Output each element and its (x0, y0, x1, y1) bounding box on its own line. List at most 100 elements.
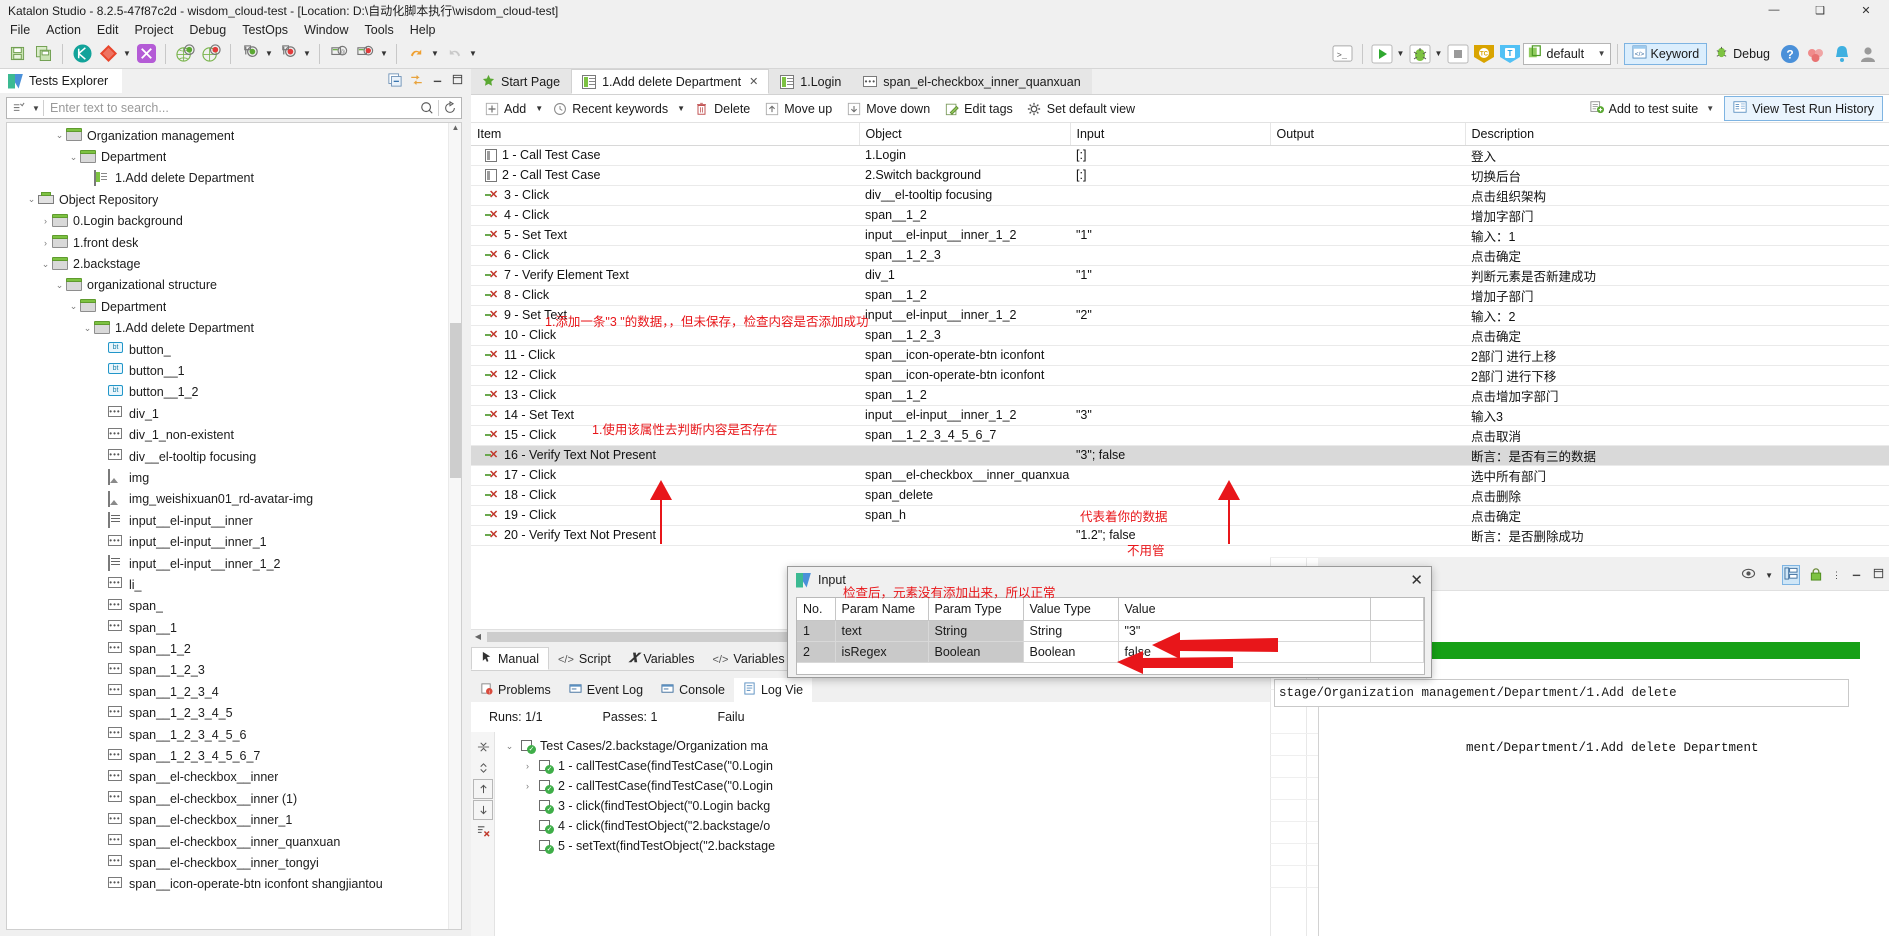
set-default-view-button[interactable]: Set default view (1020, 99, 1142, 118)
git-caret-icon[interactable]: ▼ (121, 42, 133, 66)
cell-description[interactable]: 2部门 进行上移 (1465, 345, 1889, 366)
table-row[interactable]: ✕ 5 - Set Text input__el-input__inner_1_2 "… (471, 225, 1889, 246)
tree-item[interactable]: ••• span__1_2_3_4_5_6 (7, 724, 461, 745)
cell-object[interactable]: span__1_2 (859, 285, 1070, 306)
katalon-recorder-icon[interactable] (133, 42, 159, 66)
cell-input[interactable]: "1" (1070, 225, 1270, 246)
cell-object[interactable]: span__1_2_3_4_5_6_7 (859, 425, 1070, 446)
cell-description[interactable]: 点击确定 (1465, 325, 1889, 346)
cell-output[interactable] (1270, 325, 1465, 346)
cell-object[interactable]: span__1_2_3 (859, 245, 1070, 266)
tree-item[interactable]: › 1.front desk (7, 232, 461, 253)
cell-input[interactable]: "3" (1070, 405, 1270, 426)
cell-output[interactable] (1270, 505, 1465, 526)
tree-item[interactable]: ••• span__1_2 (7, 638, 461, 659)
recent-keywords-button[interactable]: Recent keywords (545, 99, 675, 118)
cell-description[interactable]: 切换后台 (1465, 165, 1889, 186)
cell-input[interactable] (1070, 285, 1270, 306)
debug-icon[interactable] (1407, 42, 1433, 66)
collapse-all-icon[interactable] (388, 72, 402, 90)
minimize-button[interactable]: — (1751, 0, 1797, 20)
log-twisty[interactable]: ⌄ (503, 741, 516, 752)
cell-item[interactable]: ✕ 8 - Click (471, 285, 859, 306)
refresh-search-icon[interactable] (439, 101, 461, 115)
cell-item[interactable]: ✕ 12 - Click (471, 365, 859, 386)
cell-input[interactable] (1070, 365, 1270, 386)
terminal-icon[interactable]: >_ (1330, 42, 1356, 66)
column-header-description[interactable]: Description (1465, 123, 1889, 146)
cell-output[interactable] (1270, 485, 1465, 506)
dialog-close-icon[interactable]: ✕ (1410, 573, 1423, 588)
cell-object[interactable]: span__icon-operate-btn iconfont (859, 365, 1070, 386)
cell-item[interactable]: ✕ 13 - Click (471, 385, 859, 406)
table-row[interactable]: ✕ 18 - Click span_delete 点击删除 (471, 485, 1889, 506)
cell-description[interactable]: 判断元素是否新建成功 (1465, 265, 1889, 286)
table-row[interactable]: ✕ 16 - Verify Text Not Present "3"; false 断… (471, 445, 1889, 466)
move-up-button[interactable]: Move up (757, 99, 839, 118)
undo-caret-icon[interactable]: ▼ (429, 42, 441, 66)
cell-output[interactable] (1270, 345, 1465, 366)
add-caret-icon[interactable]: ▼ (533, 97, 545, 121)
cell-description[interactable]: 输入3 (1465, 405, 1889, 426)
cell-item[interactable]: ✕ 5 - Set Text (471, 225, 859, 246)
cell-object[interactable]: span__el-checkbox__inner_quanxuan (859, 465, 1070, 486)
cell-input[interactable]: [:] (1070, 145, 1270, 166)
close-button[interactable]: ✕ (1843, 0, 1889, 20)
cell-object[interactable]: 2.Switch background (859, 165, 1070, 186)
bottom-tab-problems[interactable]: ! Problems (471, 678, 560, 702)
profile-caret-icon[interactable]: ▼ (1598, 49, 1606, 58)
tree-item[interactable]: ⌄ 1.Add delete Department (7, 318, 461, 339)
table-row[interactable]: ✕ 4 - Click span__1_2 增加字部门 (471, 205, 1889, 226)
cell-output[interactable] (1270, 265, 1465, 286)
stop-icon[interactable] (1445, 42, 1471, 66)
tree-item[interactable]: 1.Add delete Department (7, 168, 461, 189)
cell-output[interactable] (1270, 145, 1465, 166)
param-name[interactable]: text (835, 620, 929, 642)
cell-output[interactable] (1270, 305, 1465, 326)
column-header-input[interactable]: Input (1070, 123, 1271, 146)
tree-item[interactable]: ••• span__el-checkbox__inner_1 (7, 810, 461, 831)
table-row[interactable]: ✕ 13 - Click span__1_2 点击增加字部门 (471, 385, 1889, 406)
close-icon[interactable]: ✕ (749, 75, 758, 88)
cell-object[interactable]: span__1_2 (859, 385, 1070, 406)
cell-output[interactable] (1270, 465, 1465, 486)
add-step-button[interactable]: Add (477, 99, 533, 118)
cell-input[interactable] (1070, 245, 1270, 266)
tree-item[interactable]: ••• li_ (7, 574, 461, 595)
cell-object[interactable] (859, 525, 1070, 546)
cell-output[interactable] (1270, 165, 1465, 186)
tree-item[interactable]: input__el-input__inner_1_2 (7, 553, 461, 574)
add-to-test-suite-button[interactable]: Add to test suite ▼ (1582, 97, 1723, 120)
cell-description[interactable]: 点击组织架构 (1465, 185, 1889, 206)
eye-icon[interactable] (1741, 567, 1756, 583)
cell-object[interactable]: input__el-input__inner_1_2 (859, 305, 1070, 326)
debug-caret-icon[interactable]: ▼ (1433, 42, 1445, 66)
clear-log-icon[interactable] (473, 821, 493, 841)
cell-object[interactable]: div_1 (859, 265, 1070, 286)
table-row[interactable]: 2 - Call Test Case 2.Switch background [:]… (471, 165, 1889, 186)
table-row[interactable]: 1 - Call Test Case 1.Login [:] 登入 (471, 145, 1889, 166)
param-value-type[interactable]: String (1023, 620, 1119, 642)
tree-item[interactable]: ••• span__1_2_3 (7, 660, 461, 681)
panel-maximize-icon[interactable] (1872, 567, 1885, 583)
tree-twisty[interactable]: ⌄ (53, 280, 66, 291)
execution-profile-combo[interactable]: default ▼ (1522, 42, 1611, 65)
cell-object[interactable]: span__icon-operate-btn iconfont (859, 345, 1070, 366)
cell-input[interactable]: "2" (1070, 305, 1270, 326)
debug-mode-button[interactable]: Debug (1707, 43, 1777, 65)
cell-item[interactable]: 1 - Call Test Case (471, 145, 859, 166)
menu-edit[interactable]: Edit (89, 22, 127, 38)
editor-tab-3[interactable]: ••• span_el-checkbox_inner_quanxuan (852, 69, 1092, 94)
cell-description[interactable]: 输入：2 (1465, 305, 1889, 326)
tree-item[interactable]: ⌄ organizational structure (7, 275, 461, 296)
add-suite-caret-icon[interactable]: ▼ (1706, 104, 1714, 113)
tree-item[interactable]: ••• span__el-checkbox__inner (7, 767, 461, 788)
tree-twisty[interactable]: ⌄ (53, 130, 66, 141)
table-row[interactable]: ✕ 7 - Verify Element Text div_1 "1" 判断元素是否新建… (471, 265, 1889, 286)
cell-input[interactable] (1070, 325, 1270, 346)
tree-twisty[interactable]: ⌄ (39, 259, 52, 270)
cell-description[interactable]: 增加字部门 (1465, 205, 1889, 226)
scroll-up-arrow[interactable]: ▲ (449, 123, 461, 136)
tree-twisty[interactable]: ⌄ (25, 194, 38, 205)
cell-item[interactable]: 2 - Call Test Case (471, 165, 859, 186)
